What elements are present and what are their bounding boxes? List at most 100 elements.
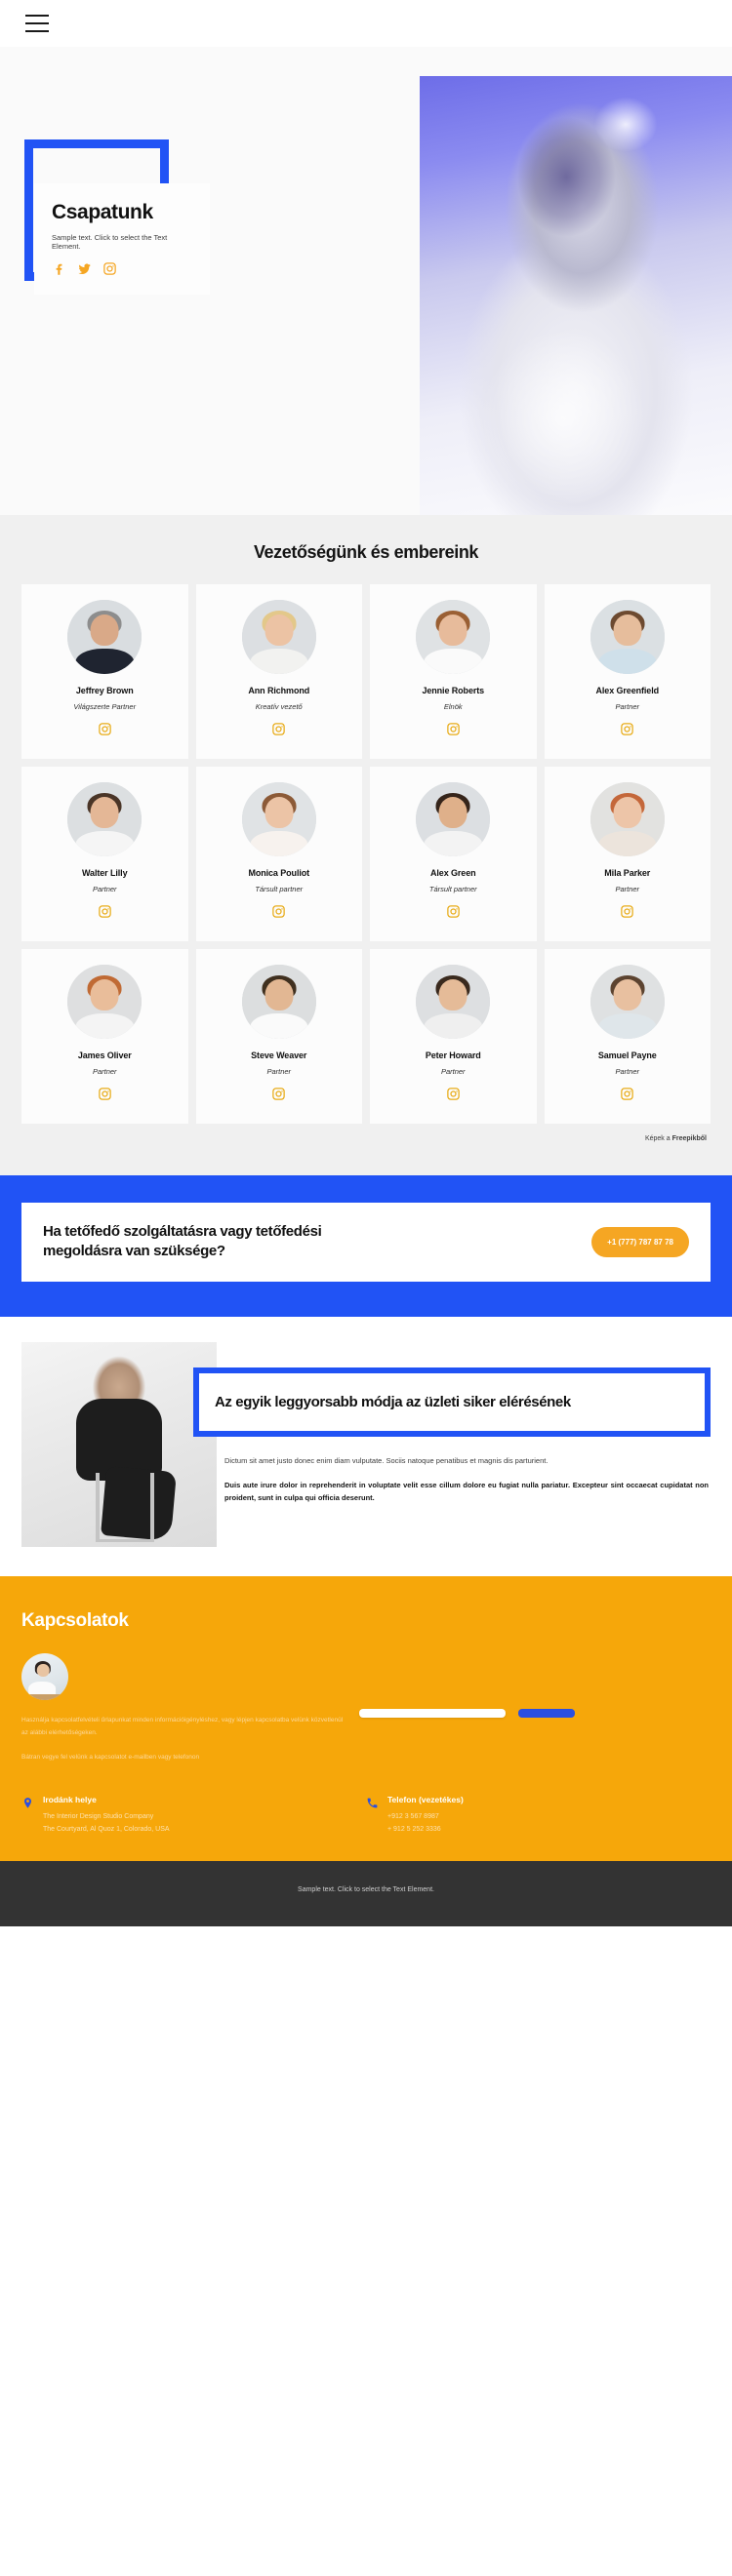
team-member-role: Világszerte Partner: [73, 702, 137, 711]
image-shape: [438, 614, 468, 647]
credit-source[interactable]: Freepikből: [672, 1135, 707, 1142]
feature-section: Az egyik leggyorsabb módja az üzleti sik…: [0, 1316, 732, 1576]
hero-subtitle: Sample text. Click to select the Text El…: [52, 233, 168, 251]
hero-card: Csapatunk Sample text. Click to select t…: [34, 183, 210, 295]
image-shape: [264, 979, 294, 1011]
team-member-card: Alex Greenfield Partner: [544, 584, 711, 759]
team-grid: Jeffrey Brown Világszerte Partner Ann Rich…: [0, 584, 732, 1124]
image-shape: [90, 797, 119, 829]
burger-line: [25, 22, 49, 24]
team-member-name: Peter Howard: [425, 1050, 481, 1060]
team-member-name: Mila Parker: [604, 868, 651, 878]
instagram-icon[interactable]: [446, 1088, 461, 1105]
team-member-card: Walter Lilly Partner: [21, 767, 188, 941]
phone-line-2: + 912 5 252 3336: [387, 1825, 441, 1833]
avatar: [21, 1653, 68, 1701]
feature-title-frame: Az egyik leggyorsabb módja az üzleti sik…: [193, 1367, 711, 1437]
team-member-card: Alex Green Társult partner: [370, 767, 537, 941]
team-member-role: Partner: [266, 1067, 292, 1076]
instagram-icon[interactable]: [446, 905, 461, 923]
instagram-icon[interactable]: [620, 1088, 634, 1105]
phone-info-text: Telefon (vezetékes) +912 3 567 8987 + 91…: [387, 1795, 464, 1836]
avatar: [416, 600, 491, 674]
instagram-icon[interactable]: [98, 723, 112, 740]
team-member-card: Samuel Payne Partner: [544, 949, 711, 1124]
office-info: Irodánk helye The Interior Design Studio…: [21, 1795, 366, 1836]
feature-title: Az egyik leggyorsabb módja az üzleti sik…: [215, 1393, 571, 1410]
team-member-role: Kreatív vezető: [255, 702, 303, 711]
credit-prefix: Képek a: [644, 1135, 672, 1142]
avatar: [241, 600, 316, 674]
team-member-role: Elnök: [443, 702, 463, 711]
phone-line-1: +912 3 567 8987: [387, 1813, 439, 1821]
team-member-role: Partner: [440, 1067, 466, 1076]
instagram-icon[interactable]: [271, 905, 286, 923]
image-shape: [75, 831, 134, 856]
twitter-icon[interactable]: [77, 261, 92, 281]
feature-paragraph-bold: Duis aute irure dolor in reprehenderit i…: [224, 1481, 709, 1503]
team-member-name: James Oliver: [77, 1050, 132, 1060]
instagram-icon[interactable]: [446, 723, 461, 740]
avatar: [416, 782, 491, 856]
contacts-paragraph-1: Használja kapcsolatfelvételi űrlapunkat …: [21, 1717, 344, 1737]
instagram-icon[interactable]: [102, 261, 117, 281]
image-shape: [438, 797, 468, 829]
site-header: [0, 0, 732, 47]
team-member-card: Ann Richmond Kreatív vezető: [195, 584, 362, 759]
image-shape: [264, 614, 294, 647]
team-member-role: Partner: [615, 702, 640, 711]
team-member-card: Jennie Roberts Elnök: [370, 584, 537, 759]
burger-line: [25, 15, 49, 17]
team-member-name: Jennie Roberts: [422, 686, 485, 695]
contact-email-input[interactable]: [359, 1708, 506, 1718]
hero-portrait-image: [420, 76, 732, 515]
team-member-role: Partner: [92, 885, 117, 893]
team-member-card: Peter Howard Partner: [370, 949, 537, 1124]
burger-line: [25, 30, 49, 32]
hamburger-menu-icon[interactable]: [25, 15, 49, 32]
instagram-icon[interactable]: [620, 723, 634, 740]
contact-form: [359, 1653, 711, 1722]
feature-person-image: [21, 1341, 217, 1547]
cta-text: Ha tetőfedő szolgáltatásra vagy tetőfedé…: [43, 1223, 322, 1260]
cta-phone-button[interactable]: +1 (777) 787 87 78: [591, 1226, 689, 1257]
team-member-role: Partner: [615, 1067, 640, 1076]
office-line-2: The Courtyard, Al Quoz 1, Colorado, USA: [43, 1825, 170, 1833]
image-shape: [250, 1013, 308, 1039]
image-shape: [250, 649, 308, 674]
contacts-section: Kapcsolatok Használja kapcsolatfelvételi…: [0, 1575, 732, 1861]
location-pin-icon: [23, 1798, 32, 1808]
feature-right: Az egyik leggyorsabb módja az üzleti sik…: [193, 1342, 711, 1517]
team-member-role: Társult partner: [255, 885, 304, 893]
contacts-paragraph-2: Bátran vegye fel velünk a kapcsolatot e-…: [21, 1754, 200, 1762]
instagram-icon[interactable]: [98, 1088, 112, 1105]
team-section: Vezetőségünk és embereink Jeffrey Brown V…: [0, 515, 732, 1175]
team-member-name: Walter Lilly: [82, 868, 128, 878]
team-member-role: Partner: [615, 885, 640, 893]
team-member-role: Társult partner: [428, 885, 477, 893]
image-shape: [598, 649, 657, 674]
image-shape: [21, 1693, 68, 1701]
team-member-card: Monica Pouliot Társult partner: [195, 767, 362, 941]
team-member-card: Mila Parker Partner: [544, 767, 711, 941]
instagram-icon[interactable]: [271, 723, 286, 740]
image-shape: [613, 797, 642, 829]
avatar: [67, 965, 142, 1039]
team-member-name: Jeffrey Brown: [75, 686, 134, 695]
instagram-icon[interactable]: [98, 905, 112, 923]
image-shape: [90, 979, 119, 1011]
image-shape: [96, 1472, 154, 1543]
team-member-name: Alex Greenfield: [595, 686, 660, 695]
instagram-icon[interactable]: [620, 905, 634, 923]
image-shape: [598, 1013, 657, 1039]
image-shape: [36, 1663, 50, 1678]
instagram-icon[interactable]: [271, 1088, 286, 1105]
avatar: [416, 965, 491, 1039]
team-member-card: Jeffrey Brown Világszerte Partner: [21, 584, 188, 759]
image-shape: [438, 979, 468, 1011]
image-shape: [264, 797, 294, 829]
team-member-name: Alex Green: [429, 868, 476, 878]
contact-send-button[interactable]: [518, 1708, 576, 1718]
facebook-icon[interactable]: [52, 261, 66, 281]
contact-info: Irodánk helye The Interior Design Studio…: [21, 1795, 711, 1836]
